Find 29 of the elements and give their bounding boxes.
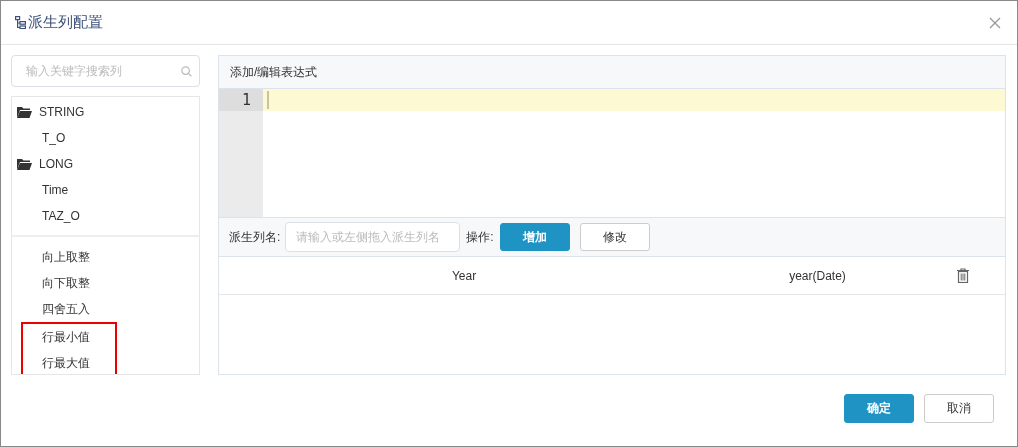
cancel-button[interactable]: 取消: [924, 394, 994, 423]
function-item[interactable]: 四舍五入: [42, 301, 90, 318]
table-cell: year(Date): [789, 268, 846, 283]
input-field[interactable]: 请输入或左侧拖入派生列名: [285, 222, 461, 252]
folder-icon: [17, 158, 32, 170]
field-item[interactable]: T_O: [42, 131, 66, 145]
field-label: 派生列名:: [229, 228, 281, 246]
field-group[interactable]: STRING: [39, 105, 85, 119]
function-item[interactable]: 行最小值: [42, 329, 90, 346]
panel-title: 添加/编辑表达式: [230, 63, 318, 81]
function-item[interactable]: 向上取整: [42, 249, 90, 266]
code-editor[interactable]: 1: [219, 89, 1005, 218]
field-item[interactable]: TAZ_O: [42, 209, 80, 223]
edit-button[interactable]: 修改: [579, 223, 650, 251]
field-item[interactable]: Time: [42, 183, 69, 197]
trash-icon[interactable]: [956, 268, 969, 283]
folder-icon: [17, 106, 32, 118]
text-cursor: [267, 91, 269, 109]
line-number: 1: [219, 89, 263, 111]
field-group[interactable]: LONG: [39, 157, 73, 171]
function-item[interactable]: 行最大值: [42, 355, 90, 372]
function-item[interactable]: 向下取整: [42, 275, 90, 292]
search-field[interactable]: 输入关键字搜索列: [11, 55, 200, 87]
close-icon[interactable]: [989, 15, 1003, 30]
search-icon: [181, 66, 192, 77]
dialog-title: 派生列配置: [28, 13, 104, 32]
operation-label: 操作:: [466, 228, 494, 246]
tree-structure-icon: [15, 16, 26, 29]
table-cell: Year: [451, 268, 477, 283]
